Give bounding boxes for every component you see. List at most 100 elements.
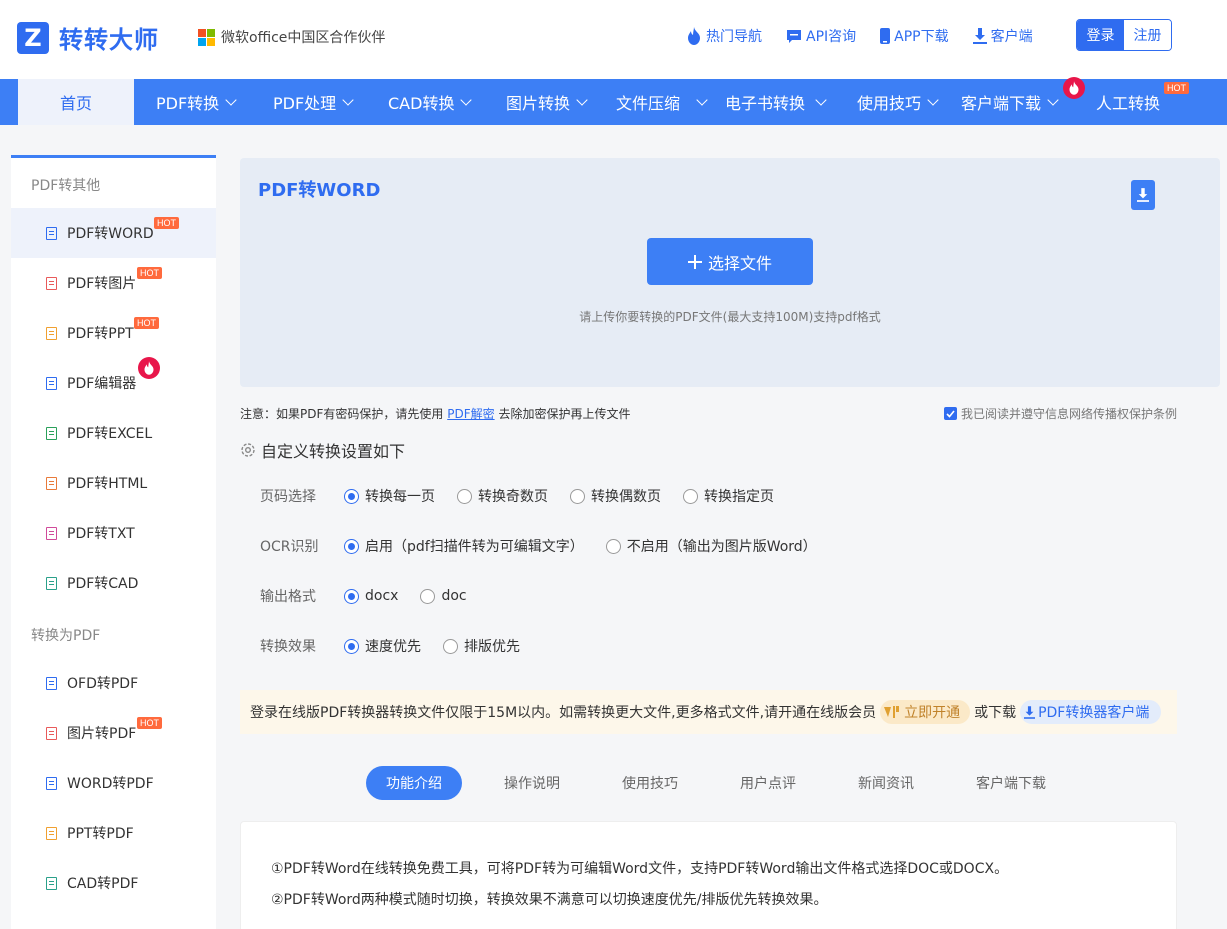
word-file-icon — [46, 776, 57, 790]
image-file-icon — [46, 726, 57, 740]
feature-line: ①PDF转Word在线转换免费工具，可将PDF转为可编辑Word文件，支持PDF… — [271, 861, 1009, 877]
nav-pdf-convert[interactable]: PDF转换 — [156, 79, 237, 125]
upload-area[interactable]: PDF转WORD 选择文件 请上传你要转换的PDF文件(最大支持100M)支持p… — [240, 158, 1220, 387]
brand-name: 转转大师 — [59, 26, 159, 54]
sidebar-item-pdf-to-txt[interactable]: PDF转TXT — [11, 508, 216, 558]
cad-file-icon — [46, 576, 57, 590]
settings-title: 自定义转换设置如下 — [240, 438, 405, 462]
sidebar-item-pdf-to-word[interactable]: PDF转WORD — [11, 208, 216, 258]
nav-ebook[interactable]: 电子书转换 — [725, 79, 827, 125]
html-file-icon — [46, 476, 57, 490]
radio-doc[interactable]: doc — [420, 588, 467, 604]
radio-odd-pages[interactable]: 转换奇数页 — [457, 486, 548, 506]
sidebar-item-pdf-to-ppt[interactable]: PDF转PPT — [11, 308, 216, 358]
radio-docx[interactable]: docx — [344, 588, 398, 604]
tool-title: PDF转WORD — [258, 180, 381, 201]
login-button[interactable]: 登录 — [1077, 20, 1124, 50]
app-download-link[interactable]: APP下载 — [880, 26, 949, 46]
nav-compress[interactable]: 文件压缩 — [616, 79, 708, 125]
radio-ocr-enable[interactable]: 启用（pdf扫描件转为可编辑文字） — [344, 536, 584, 556]
limit-banner: 登录在线版PDF转换器转换文件仅限于15M以内。如需转换更大文件,更多格式文件,… — [240, 690, 1177, 734]
radio-ocr-disable[interactable]: 不启用（输出为图片版Word） — [605, 536, 817, 556]
plus-icon — [687, 254, 702, 269]
radio-layout-first[interactable]: 排版优先 — [443, 636, 520, 656]
hot-nav-link[interactable]: 热门导航 — [686, 26, 762, 46]
info-tabs: 功能介绍 操作说明 使用技巧 用户点评 新闻资讯 客户端下载 — [366, 766, 1088, 800]
tab-reviews[interactable]: 用户点评 — [720, 766, 816, 800]
nav-home[interactable]: 首页 — [18, 79, 134, 125]
effect-row: 转换效果 速度优先 排版优先 — [260, 636, 542, 656]
sidebar-item-pdf-to-image[interactable]: PDF转图片 — [11, 258, 216, 308]
radio-specific-pages[interactable]: 转换指定页 — [683, 486, 774, 506]
nav-cad-convert[interactable]: CAD转换 — [388, 79, 473, 125]
download-icon[interactable] — [1131, 180, 1155, 210]
page-select-row: 页码选择 转换每一页 转换奇数页 转换偶数页 转换指定页 — [260, 486, 796, 506]
chevron-down-icon — [927, 94, 939, 106]
excel-file-icon — [46, 426, 57, 440]
agreement-checkbox[interactable] — [944, 407, 957, 420]
sidebar-item-word-to-pdf[interactable]: WORD转PDF — [11, 758, 216, 808]
api-link[interactable]: API咨询 — [786, 26, 856, 46]
radio-all-pages[interactable]: 转换每一页 — [344, 486, 435, 506]
upload-hint: 请上传你要转换的PDF文件(最大支持100M)支持pdf格式 — [579, 310, 881, 324]
chevron-down-icon — [342, 94, 354, 106]
check-icon — [946, 409, 955, 418]
radio-even-pages[interactable]: 转换偶数页 — [570, 486, 661, 506]
sidebar-item-pdf-to-html[interactable]: PDF转HTML — [11, 458, 216, 508]
ofd-file-icon — [46, 676, 57, 690]
sidebar-item-pdf-to-excel[interactable]: PDF转EXCEL — [11, 408, 216, 458]
sidebar-item-image-to-pdf[interactable]: 图片转PDF — [11, 708, 216, 758]
tab-features[interactable]: 功能介绍 — [366, 766, 462, 800]
select-file-button[interactable]: 选择文件 — [647, 238, 813, 285]
sidebar-item-ofd-to-pdf[interactable]: OFD转PDF — [11, 658, 216, 708]
file-icon — [46, 226, 57, 240]
main-nav: 首页 PDF转换 PDF处理 CAD转换 图片转换 文件压缩 电子书转换 使用技… — [0, 77, 1227, 125]
radio-speed-first[interactable]: 速度优先 — [344, 636, 421, 656]
brand-logo[interactable]: Z 转转大师 — [17, 20, 159, 55]
gear-icon — [241, 443, 255, 457]
client-link[interactable]: 客户端 — [972, 26, 1033, 46]
auth-group: 登录 注册 — [1076, 19, 1172, 51]
feature-line: ②PDF转Word两种模式随时切换，转换效果不满意可以切换速度优先/排版优先转换… — [271, 892, 828, 908]
open-vip-button[interactable]: 立即开通 — [880, 700, 971, 724]
password-note: 注意：如果PDF有密码保护，请先使用 PDF解密 去除加密保护再上传文件 — [240, 407, 631, 421]
download-icon — [972, 28, 987, 44]
nav-manual-convert[interactable]: 人工转换 — [1096, 79, 1160, 125]
feature-content: ①PDF转Word在线转换免费工具，可将PDF转为可编辑Word文件，支持PDF… — [240, 821, 1177, 929]
tab-client-download[interactable]: 客户端下载 — [956, 766, 1066, 800]
ppt-file-icon — [46, 826, 57, 840]
download-client-link[interactable]: PDF转换器客户端 — [1020, 700, 1162, 724]
sidebar-item-cad-to-pdf[interactable]: CAD转PDF — [11, 858, 216, 908]
top-header: Z 转转大师 微软office中国区合作伙伴 热门导航 API咨询 APP下载 … — [0, 0, 1227, 79]
sidebar: PDF转其他 PDF转WORD HOT PDF转图片 HOT PDF转PPT H… — [11, 155, 216, 929]
agreement[interactable]: 我已阅读并遵守信息网络传播权保护条例 — [944, 405, 1177, 422]
nav-image-convert[interactable]: 图片转换 — [506, 79, 588, 125]
tab-instructions[interactable]: 操作说明 — [484, 766, 580, 800]
output-format-row: 输出格式 docx doc — [260, 588, 467, 605]
nav-pdf-process[interactable]: PDF处理 — [273, 79, 354, 125]
fire-icon — [1063, 77, 1085, 99]
sidebar-item-ppt-to-pdf[interactable]: PPT转PDF — [11, 808, 216, 858]
pdf-decrypt-link[interactable]: PDF解密 — [447, 407, 494, 421]
editor-icon — [46, 376, 57, 390]
hot-badge: HOT — [1164, 82, 1189, 94]
microsoft-icon — [198, 28, 215, 46]
partner-badge: 微软office中国区合作伙伴 — [198, 27, 385, 47]
tab-tips[interactable]: 使用技巧 — [602, 766, 698, 800]
chevron-down-icon — [225, 94, 237, 106]
image-file-icon — [46, 276, 57, 290]
sidebar-item-pdf-to-cad[interactable]: PDF转CAD — [11, 558, 216, 608]
chevron-down-icon — [696, 94, 708, 106]
chat-icon — [787, 29, 801, 43]
top-links: 热门导航 API咨询 APP下载 客户端 — [686, 26, 1057, 46]
nav-client-download[interactable]: 客户端下载 — [961, 79, 1059, 125]
hot-badge: HOT — [137, 717, 162, 729]
cad-file-icon — [46, 876, 57, 890]
nav-tips[interactable]: 使用技巧 — [857, 79, 939, 125]
sidebar-item-pdf-editor[interactable]: PDF编辑器 — [11, 358, 216, 408]
register-button[interactable]: 注册 — [1124, 20, 1171, 50]
tab-news[interactable]: 新闻资讯 — [838, 766, 934, 800]
hot-badge: HOT — [154, 217, 179, 229]
fire-icon — [138, 357, 160, 379]
chevron-down-icon — [576, 94, 588, 106]
